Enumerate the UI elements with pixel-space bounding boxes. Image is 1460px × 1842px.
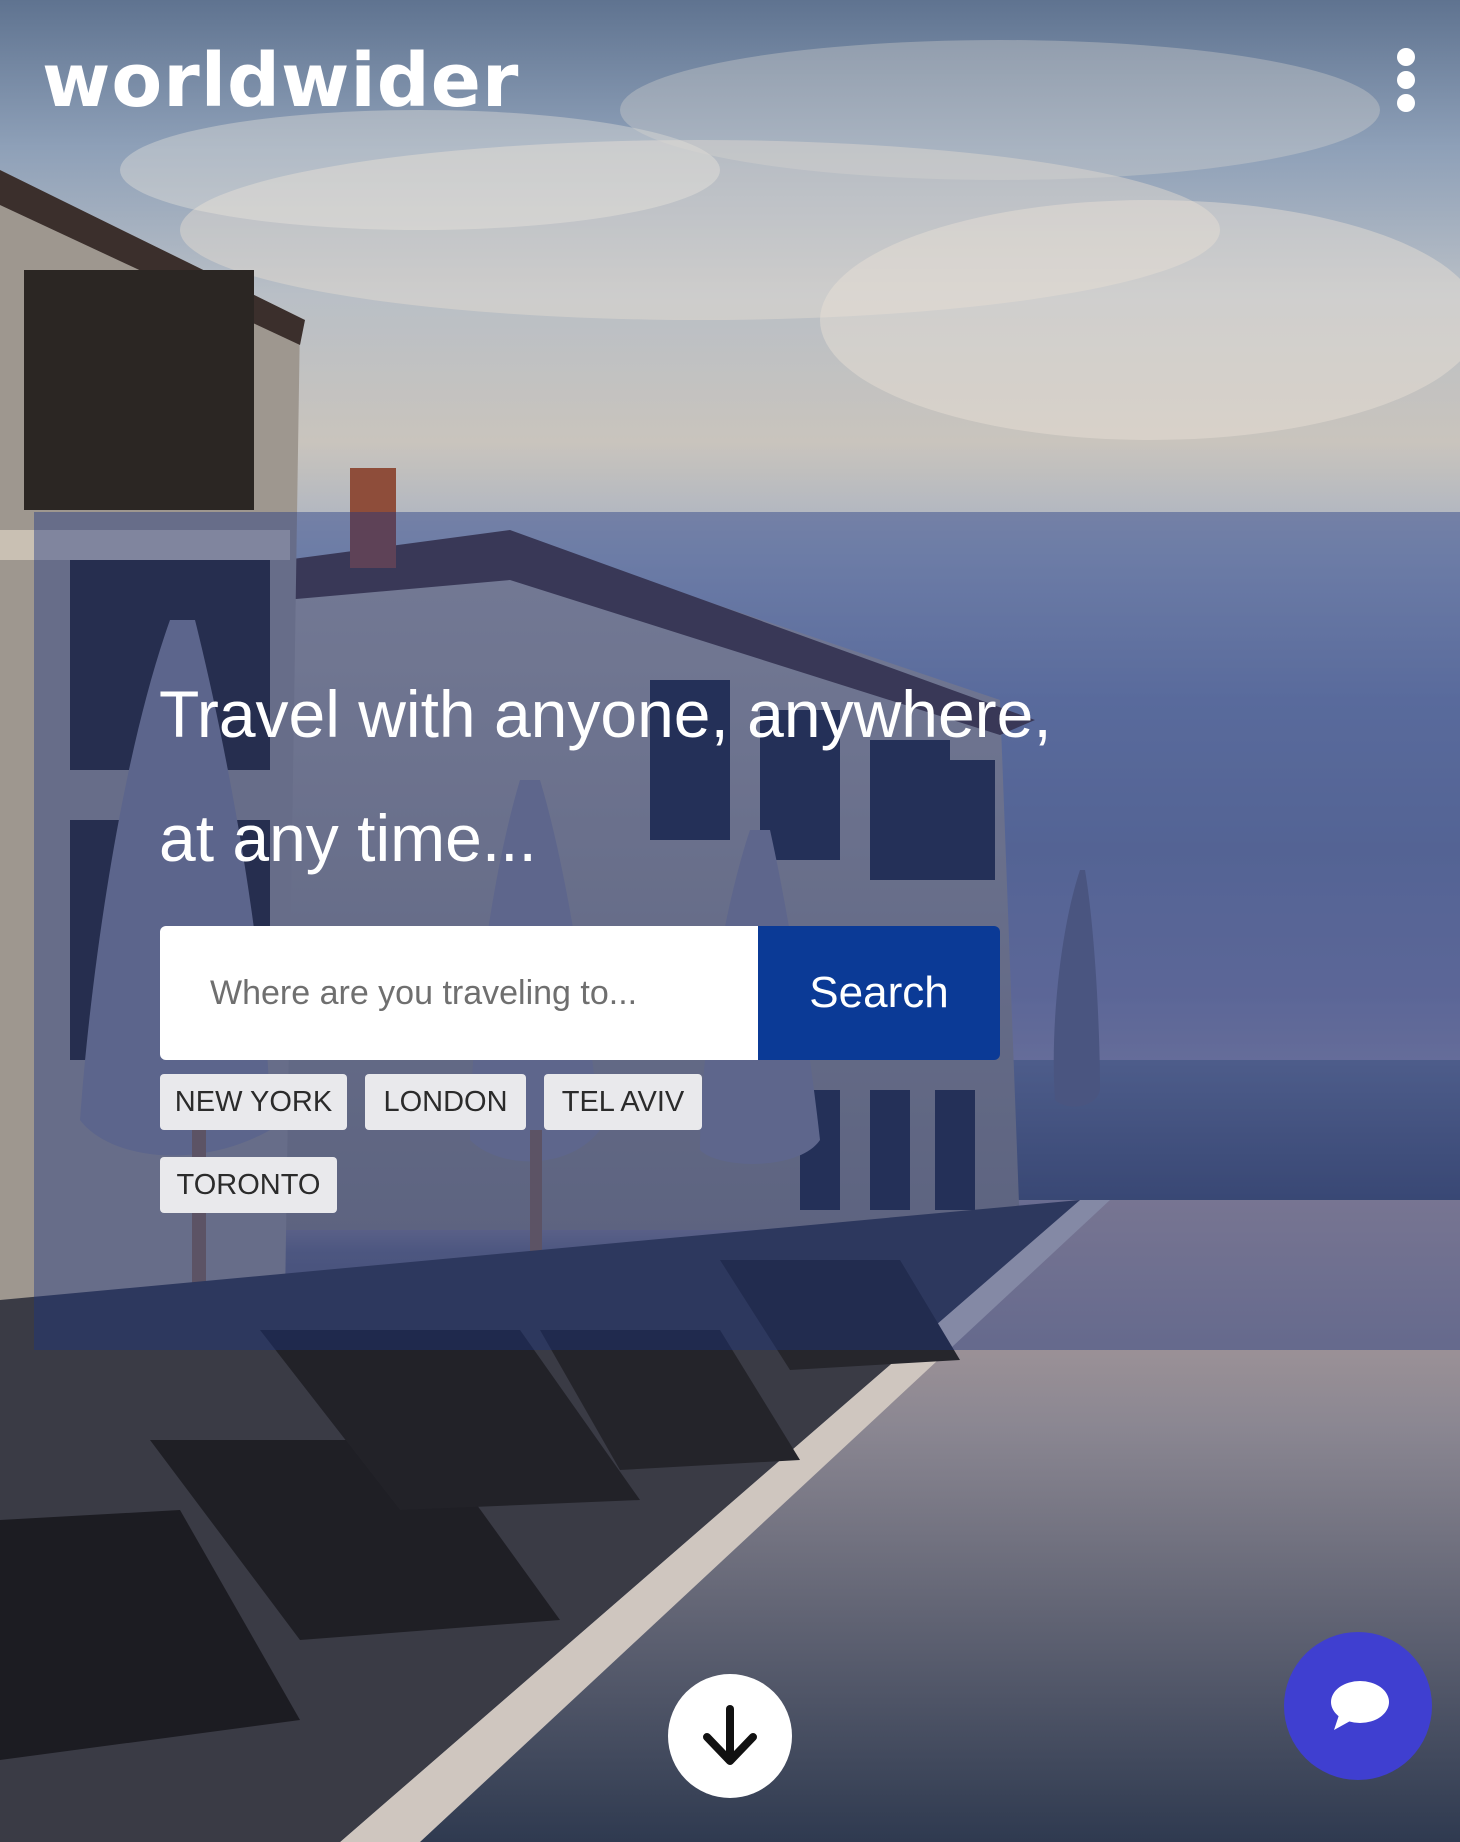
chat-button[interactable] bbox=[1284, 1632, 1432, 1780]
menu-dot bbox=[1397, 94, 1415, 112]
headline-line-2: at any time... bbox=[159, 801, 537, 875]
chip-tel-aviv[interactable]: TEL AVIV bbox=[544, 1074, 702, 1130]
chip-new-york[interactable]: NEW YORK bbox=[160, 1074, 347, 1130]
chip-london[interactable]: LONDON bbox=[365, 1074, 526, 1130]
kebab-menu-icon[interactable] bbox=[1386, 40, 1426, 120]
brand-logo[interactable]: worldwider bbox=[42, 44, 519, 118]
scroll-down-button[interactable] bbox=[668, 1674, 792, 1798]
chat-bubble-icon bbox=[1331, 1681, 1389, 1730]
headline-line-1: Travel with anyone, anywhere, bbox=[159, 677, 1052, 751]
hero-headline: Travel with anyone, anywhere, at any tim… bbox=[159, 652, 1159, 900]
chip-toronto[interactable]: TORONTO bbox=[160, 1157, 337, 1213]
menu-dot bbox=[1397, 71, 1415, 89]
menu-dot bbox=[1397, 48, 1415, 66]
search-bar: Search bbox=[160, 926, 1000, 1060]
arrow-down-icon bbox=[703, 1705, 757, 1765]
search-button[interactable]: Search bbox=[758, 926, 1000, 1060]
destination-search-input[interactable] bbox=[160, 926, 758, 1060]
